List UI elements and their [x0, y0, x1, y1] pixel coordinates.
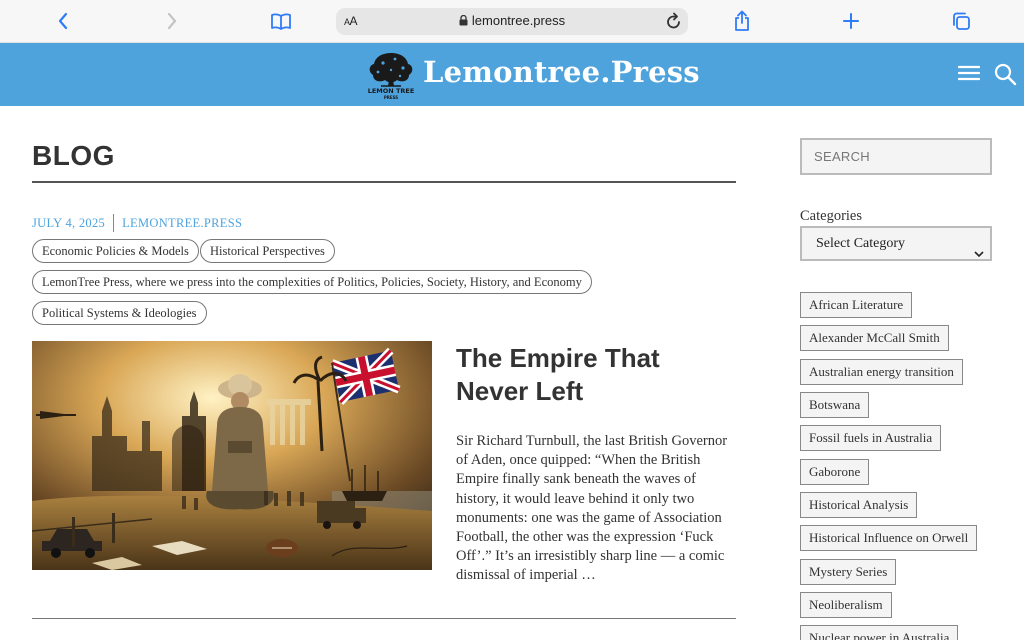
sidebar-tag[interactable]: Historical Influence on Orwell — [800, 525, 978, 551]
divider — [32, 181, 736, 183]
sidebar-search-input[interactable]: SEARCH — [800, 138, 992, 175]
post-tag[interactable]: Historical Perspectives — [200, 239, 335, 263]
sidebar-tag[interactable]: Neoliberalism — [800, 592, 892, 618]
post-title[interactable]: The Empire That Never Left — [456, 342, 736, 408]
category-select[interactable]: Select Category — [800, 226, 992, 261]
categories-heading: Categories — [800, 208, 863, 224]
post-tag[interactable]: Political Systems & Ideologies — [32, 301, 207, 325]
featured-image[interactable] — [32, 341, 432, 570]
menu-icon[interactable] — [957, 64, 981, 87]
reload-icon[interactable] — [666, 12, 682, 35]
site-header: LEMON TREE PRESS Lemontree.Press — [0, 43, 1024, 106]
browser-toolbar: AA lemontree.press — [0, 0, 1024, 43]
post-tag[interactable]: Economic Policies & Models — [32, 239, 199, 263]
bookmarks-icon[interactable] — [269, 9, 293, 33]
post-author[interactable]: LEMONTREE.PRESS — [122, 216, 242, 231]
site-logo[interactable]: LEMON TREE PRESS — [365, 50, 417, 100]
address-bar[interactable]: AA lemontree.press — [336, 8, 688, 35]
chevron-down-icon — [974, 239, 984, 270]
new-tab-icon[interactable] — [839, 9, 863, 33]
sidebar-tag[interactable]: Fossil fuels in Australia — [800, 425, 942, 451]
sidebar-tag[interactable]: Historical Analysis — [800, 492, 918, 518]
sidebar-tag[interactable]: Mystery Series — [800, 559, 897, 585]
sidebar-tag[interactable]: Alexander McCall Smith — [800, 325, 949, 351]
search-icon[interactable] — [993, 62, 1017, 91]
tabs-icon[interactable] — [949, 9, 973, 33]
sidebar-tag[interactable]: Australian energy transition — [800, 359, 963, 385]
forward-icon[interactable] — [160, 9, 184, 33]
sidebar-tag[interactable]: Gaborone — [800, 459, 870, 485]
back-icon[interactable] — [51, 9, 75, 33]
divider — [32, 618, 736, 619]
sidebar-tag[interactable]: Botswana — [800, 392, 870, 418]
post-tag[interactable]: LemonTree Press, where we press into the… — [32, 270, 592, 294]
logo-text: LEMON TREE — [368, 87, 415, 95]
lock-icon — [459, 14, 468, 29]
site-title[interactable]: Lemontree.Press — [423, 55, 700, 89]
logo-subtext: PRESS — [384, 95, 398, 100]
page-title: BLOG — [32, 140, 115, 171]
post-excerpt: Sir Richard Turnbull, the last British G… — [456, 433, 728, 584]
category-select-value: Select Category — [816, 236, 906, 251]
post-date[interactable]: JULY 4, 2025 — [32, 216, 105, 231]
sidebar-tag[interactable]: Nuclear power in Australia — [800, 625, 959, 640]
share-icon[interactable] — [730, 9, 754, 33]
divider — [113, 214, 115, 232]
post-meta: JULY 4, 2025 LEMONTREE.PRESS — [32, 214, 242, 232]
sidebar-tag[interactable]: African Literature — [800, 292, 913, 318]
url-text: lemontree.press — [336, 13, 688, 29]
